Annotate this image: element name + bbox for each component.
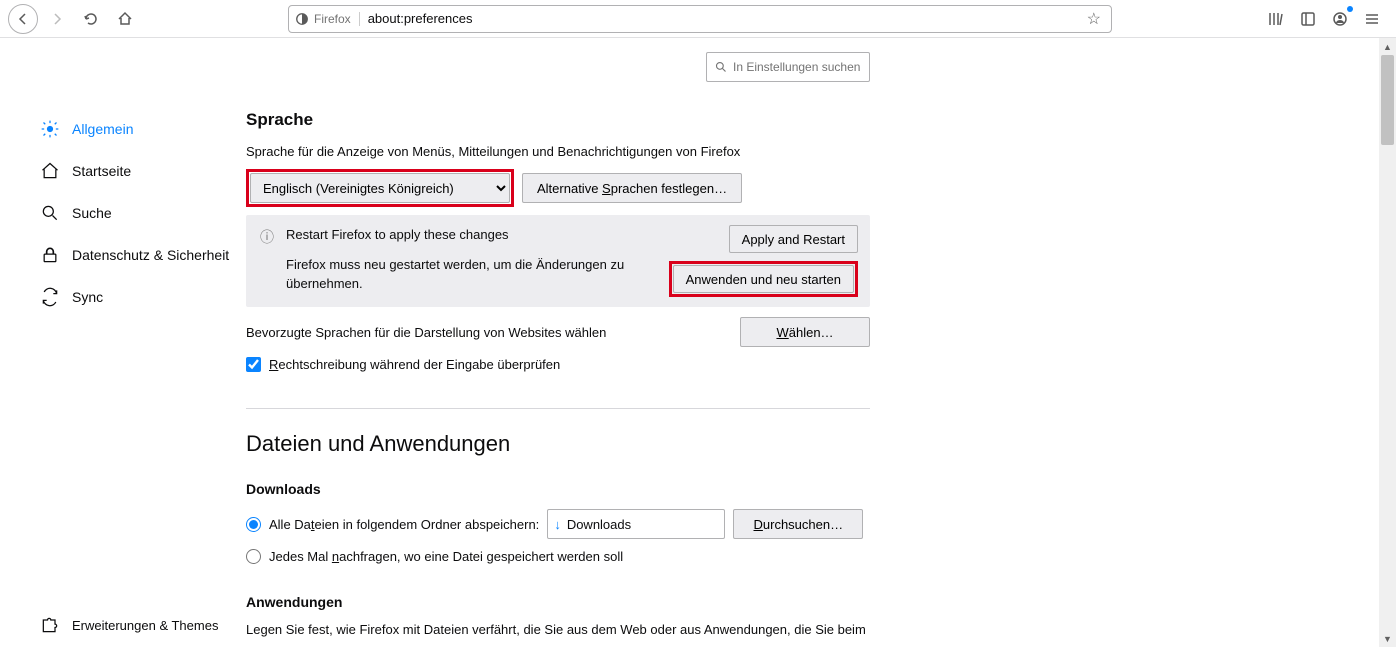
save-to-folder-radio[interactable] (246, 517, 261, 532)
section-separator (246, 408, 870, 409)
set-alternatives-button[interactable]: Alternative Sprachen festlegen… (522, 173, 742, 203)
always-ask-label[interactable]: Jedes Mal nachfragen, wo eine Datei gesp… (269, 549, 623, 564)
category-label: Erweiterungen & Themes (72, 618, 218, 633)
preferences-search-input[interactable]: In Einstellungen suchen (706, 52, 870, 82)
category-label: Datenschutz & Sicherheit (72, 246, 229, 264)
save-to-folder-label[interactable]: Alle Dateien in folgendem Ordner abspeic… (269, 517, 539, 532)
sidebar-icon (1300, 11, 1316, 27)
restart-message-box: ⓘ Restart Firefox to apply these changes… (246, 215, 870, 307)
search-icon (715, 61, 727, 73)
category-general[interactable]: Allgemein (0, 108, 230, 150)
identity-label: Firefox (314, 12, 351, 26)
category-sync[interactable]: Sync (0, 276, 230, 318)
language-heading: Sprache (246, 110, 870, 130)
applications-description: Legen Sie fest, wie Firefox mit Dateien … (246, 622, 870, 637)
sync-icon (40, 287, 60, 307)
browser-toolbar: Firefox about:preferences ☆ (0, 0, 1396, 38)
reload-button[interactable] (76, 4, 106, 34)
menu-button[interactable] (1360, 7, 1384, 31)
download-folder-field[interactable]: ↓ Downloads (547, 509, 725, 539)
account-icon (1332, 11, 1348, 27)
forward-button (42, 4, 72, 34)
preferred-languages-label: Bevorzugte Sprachen für die Darstellung … (246, 325, 606, 340)
category-home[interactable]: Startseite (0, 150, 230, 192)
toolbar-right-icons (1124, 7, 1388, 31)
category-privacy[interactable]: Datenschutz & Sicherheit (0, 234, 230, 276)
home-button[interactable] (110, 4, 140, 34)
download-folder-name: Downloads (567, 517, 631, 532)
highlight-language-select: Englisch (Vereinigtes Königreich) (246, 169, 514, 207)
category-extensions[interactable]: Erweiterungen & Themes (0, 607, 230, 643)
restart-message-en: Restart Firefox to apply these changes (286, 225, 659, 245)
files-heading: Dateien und Anwendungen (246, 431, 870, 457)
scroll-down-arrow[interactable]: ▼ (1379, 630, 1396, 647)
language-select[interactable]: Englisch (Vereinigtes Königreich) (250, 173, 510, 203)
reload-icon (83, 11, 99, 27)
firefox-icon (295, 12, 309, 26)
applications-heading: Anwendungen (246, 594, 870, 610)
anwenden-restart-button[interactable]: Anwenden und neu starten (673, 265, 854, 293)
library-button[interactable] (1264, 7, 1288, 31)
identity-box[interactable]: Firefox (295, 12, 360, 26)
home-icon (40, 161, 60, 181)
apply-restart-button[interactable]: Apply and Restart (729, 225, 858, 253)
account-button[interactable] (1328, 7, 1352, 31)
preferences-main: In Einstellungen suchen Sprache Sprache … (230, 38, 910, 647)
browse-button[interactable]: Durchsuchen… (733, 509, 863, 539)
sidebar-button[interactable] (1296, 7, 1320, 31)
back-button[interactable] (8, 4, 38, 34)
preferences-sidebar: Allgemein Startseite Suche Datenschutz &… (0, 38, 230, 647)
highlight-anwenden-button: Anwenden und neu starten (669, 261, 858, 297)
puzzle-icon (40, 615, 60, 635)
spellcheck-label[interactable]: Rechtschreibung während der Eingabe über… (269, 357, 560, 372)
choose-languages-button[interactable]: Wählen… (740, 317, 870, 347)
spellcheck-row: Rechtschreibung während der Eingabe über… (246, 357, 870, 372)
lock-icon (40, 245, 60, 265)
url-bar[interactable]: Firefox about:preferences ☆ (288, 5, 1112, 33)
hamburger-icon (1364, 11, 1380, 27)
home-icon (117, 11, 133, 27)
restart-message-de: Firefox muss neu gestartet werden, um di… (286, 255, 659, 294)
gear-icon (40, 119, 60, 139)
category-label: Startseite (72, 163, 131, 179)
download-arrow-icon: ↓ (554, 517, 561, 532)
category-label: Sync (72, 289, 103, 305)
category-search[interactable]: Suche (0, 192, 230, 234)
vertical-scrollbar[interactable]: ▲ ▼ (1379, 38, 1396, 647)
downloads-heading: Downloads (246, 481, 870, 497)
url-text: about:preferences (360, 11, 1083, 26)
spellcheck-checkbox[interactable] (246, 357, 261, 372)
scrollbar-thumb[interactable] (1381, 55, 1394, 145)
search-icon (40, 203, 60, 223)
bookmark-star-icon[interactable]: ☆ (1083, 9, 1105, 29)
arrow-left-icon (15, 11, 31, 27)
category-label: Suche (72, 205, 112, 221)
info-icon: ⓘ (258, 227, 276, 297)
search-placeholder: In Einstellungen suchen (733, 60, 860, 74)
arrow-right-icon (49, 11, 65, 27)
category-label: Allgemein (72, 121, 133, 137)
scroll-up-arrow[interactable]: ▲ (1379, 38, 1396, 55)
library-icon (1268, 11, 1284, 27)
always-ask-radio[interactable] (246, 549, 261, 564)
language-description: Sprache für die Anzeige von Menüs, Mitte… (246, 144, 870, 159)
